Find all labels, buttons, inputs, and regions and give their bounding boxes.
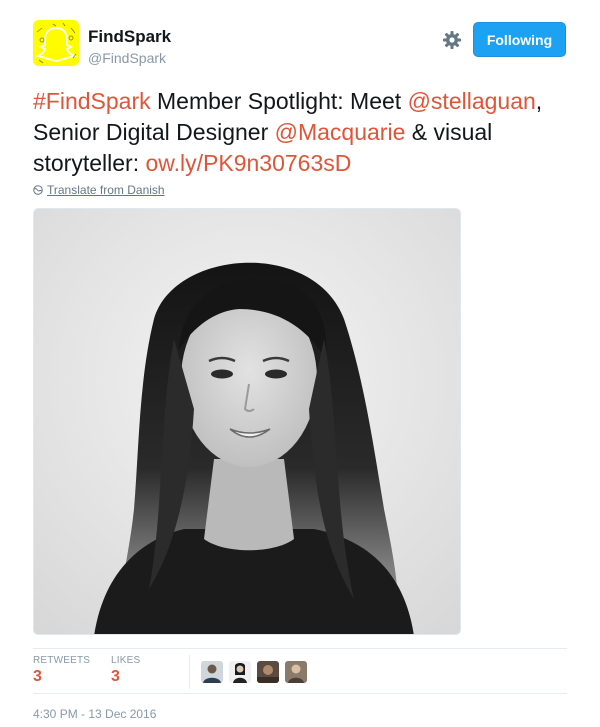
- liker-avatar[interactable]: [285, 661, 307, 683]
- mention-link[interactable]: @Macquarie: [275, 119, 406, 145]
- avatar[interactable]: [33, 20, 79, 66]
- tweet-text: #FindSpark Member Spotlight: Meet @stell…: [33, 86, 573, 179]
- tweet-photo[interactable]: [33, 208, 461, 635]
- retweets-stat[interactable]: RETWEETS 3: [33, 655, 90, 686]
- retweets-label: RETWEETS: [33, 655, 91, 666]
- globe-icon: [33, 185, 43, 195]
- likes-label: LIKES: [111, 655, 141, 666]
- engagement-stats: RETWEETS 3 LIKES 3: [33, 648, 567, 694]
- profile-handle[interactable]: @FindSpark: [88, 50, 166, 66]
- gear-icon[interactable]: [440, 28, 464, 52]
- likes-count: 3: [111, 668, 120, 685]
- translate-row: Translate from Danish: [33, 183, 165, 197]
- profile-name[interactable]: FindSpark: [88, 27, 171, 47]
- url-link[interactable]: ow.ly/PK9n30763sD: [145, 150, 351, 176]
- liker-avatars: [201, 661, 307, 683]
- following-button[interactable]: Following: [473, 22, 566, 57]
- retweets-count: 3: [33, 668, 42, 685]
- liker-avatar[interactable]: [257, 661, 279, 683]
- liker-avatar[interactable]: [229, 661, 251, 683]
- translate-link[interactable]: Translate from Danish: [47, 183, 165, 197]
- likes-stat[interactable]: LIKES 3: [111, 655, 140, 686]
- stats-divider: [189, 655, 190, 689]
- mention-link[interactable]: @stellaguan: [408, 88, 536, 114]
- tweet-timestamp[interactable]: 4:30 PM - 13 Dec 2016: [33, 707, 156, 721]
- liker-avatar[interactable]: [201, 661, 223, 683]
- snapchat-ghost-icon: [34, 22, 78, 64]
- tweet-text-segment: Member Spotlight: Meet: [150, 88, 408, 114]
- hashtag-link[interactable]: #FindSpark: [33, 88, 151, 114]
- photo-icon: [34, 209, 460, 634]
